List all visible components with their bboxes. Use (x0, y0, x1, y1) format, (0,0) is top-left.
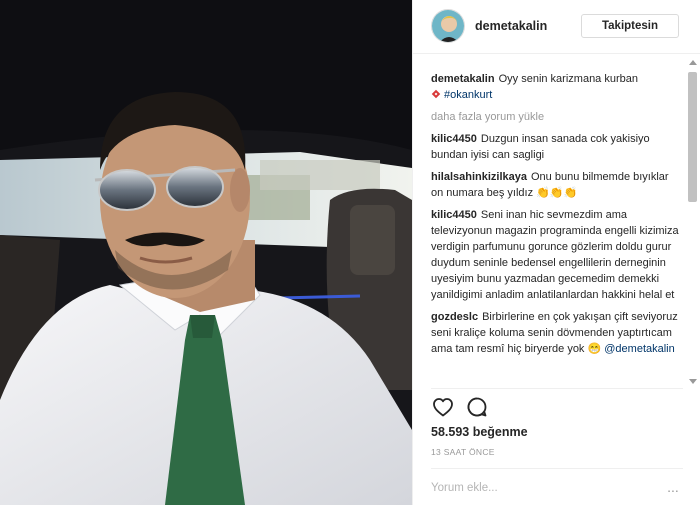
post-header: demetakalin Takiptesin (413, 0, 700, 54)
comment-item: kilic4450 Duzgun insan sanada cok yakisiy… (431, 131, 685, 163)
heart-icon (433, 398, 453, 417)
comment-item: hilalsahinkizilkaya Onu bunu bilmemde bıy… (431, 169, 685, 201)
comment-username[interactable]: gozdeslc (431, 311, 478, 323)
caption-username[interactable]: demetakalin (431, 73, 495, 85)
header-username[interactable]: demetakalin (475, 19, 547, 33)
avatar-image (432, 10, 464, 42)
comment-mention[interactable]: @demetakalin (604, 343, 674, 355)
comment-button[interactable] (465, 395, 489, 419)
comment-username[interactable]: kilic4450 (431, 133, 477, 145)
comments-scrollbar[interactable] (685, 60, 700, 384)
selfie-image (0, 0, 412, 505)
caption-hashtag[interactable]: #okankurt (444, 89, 492, 101)
more-options-icon[interactable]: ... (663, 478, 683, 496)
post-details-panel: demetakalin Takiptesin demetakalin Oyy se… (412, 0, 700, 505)
caption-text: Oyy senin karizmana kurban (498, 73, 638, 85)
post-photo[interactable] (0, 0, 412, 505)
comments-list[interactable]: demetakalin Oyy senin karizmana kurban #o… (413, 54, 685, 386)
post-caption: demetakalin Oyy senin karizmana kurban #o… (431, 71, 685, 103)
avatar[interactable] (431, 9, 465, 43)
divider (431, 468, 683, 469)
red-diamond-icon (431, 89, 441, 99)
comment-username[interactable]: kilic4450 (431, 209, 477, 221)
scroll-up-arrow-icon[interactable] (689, 60, 697, 65)
like-button[interactable] (431, 395, 455, 419)
comment-username[interactable]: hilalsahinkizilkaya (431, 171, 527, 183)
comment-item: gozdeslc Birbirlerine en çok yakışan çift… (431, 309, 685, 357)
follow-button[interactable]: Takiptesin (581, 14, 679, 38)
likes-count[interactable]: 58.593 beğenme (431, 425, 528, 439)
comment-bubble-icon (467, 397, 487, 417)
divider (431, 388, 683, 389)
add-comment-input[interactable] (431, 482, 651, 494)
scroll-down-arrow-icon[interactable] (689, 379, 697, 384)
post-timestamp: 13 SAAT ÖNCE (431, 447, 495, 457)
scrollbar-thumb[interactable] (688, 72, 697, 202)
load-more-comments-link[interactable]: daha fazla yorum yükle (431, 111, 685, 123)
comment-item: kilic4450 Seni inan hic sevmezdim ama tel… (431, 207, 685, 303)
comment-text: Seni inan hic sevmezdim ama televizyonun… (431, 209, 679, 301)
